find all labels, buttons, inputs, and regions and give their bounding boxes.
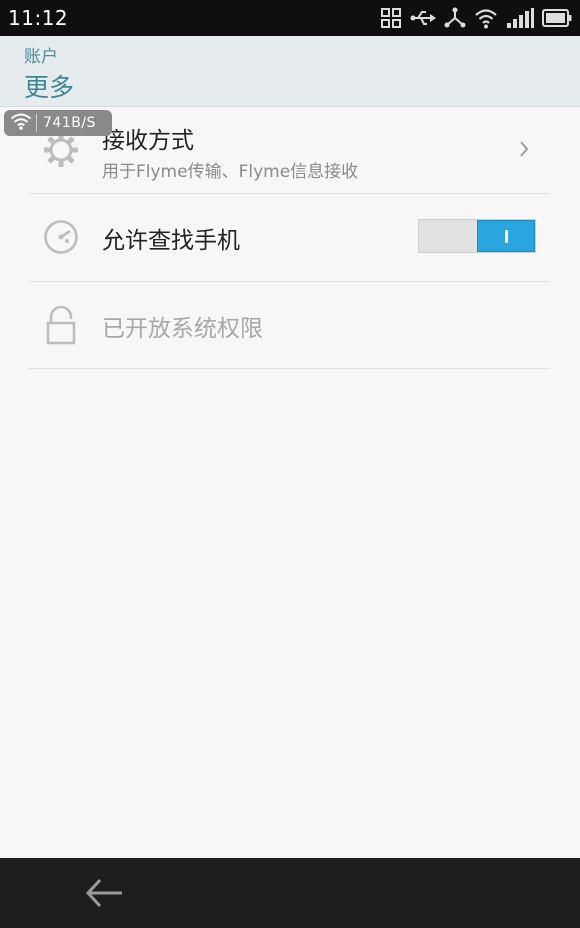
status-icons <box>380 4 572 32</box>
breadcrumb-parent[interactable]: 账户 <box>24 42 58 67</box>
usb-icon <box>410 8 436 28</box>
system-permissions-title: 已开放系统权限 <box>102 316 263 342</box>
header: 账户 更多 <box>0 36 580 107</box>
receive-method-subtitle: 用于Flyme传输、Flyme信息接收 <box>102 162 359 182</box>
settings-list: 接收方式 用于Flyme传输、Flyme信息接收 允许查找手机 已开放系统权限 <box>28 107 550 369</box>
badge-divider <box>36 114 37 132</box>
receive-method-title: 接收方式 <box>102 128 194 154</box>
lock-icon <box>43 305 79 350</box>
wifi-icon <box>474 7 498 29</box>
find-phone-item: 允许查找手机 <box>28 194 550 282</box>
gear-icon <box>43 132 79 172</box>
share-icon <box>444 7 466 29</box>
find-phone-title: 允许查找手机 <box>102 228 240 254</box>
status-bar: 11:12 <box>0 0 580 36</box>
signal-icon <box>506 7 534 29</box>
back-arrow-icon[interactable] <box>84 876 124 910</box>
find-phone-toggle[interactable] <box>418 219 536 253</box>
chevron-right-icon <box>518 139 530 163</box>
status-time: 11:12 <box>8 6 69 30</box>
screenshot-icon <box>380 7 402 29</box>
network-speed-badge: 741B/S <box>4 110 112 136</box>
page-title: 更多 <box>24 73 75 102</box>
radar-icon <box>43 219 79 259</box>
system-permissions-item[interactable]: 已开放系统权限 <box>28 282 550 369</box>
toggle-knob[interactable] <box>477 220 535 252</box>
wifi-icon <box>10 112 32 134</box>
navigation-bar <box>0 858 580 928</box>
battery-icon <box>542 8 572 28</box>
network-speed: 741B/S <box>43 115 96 131</box>
